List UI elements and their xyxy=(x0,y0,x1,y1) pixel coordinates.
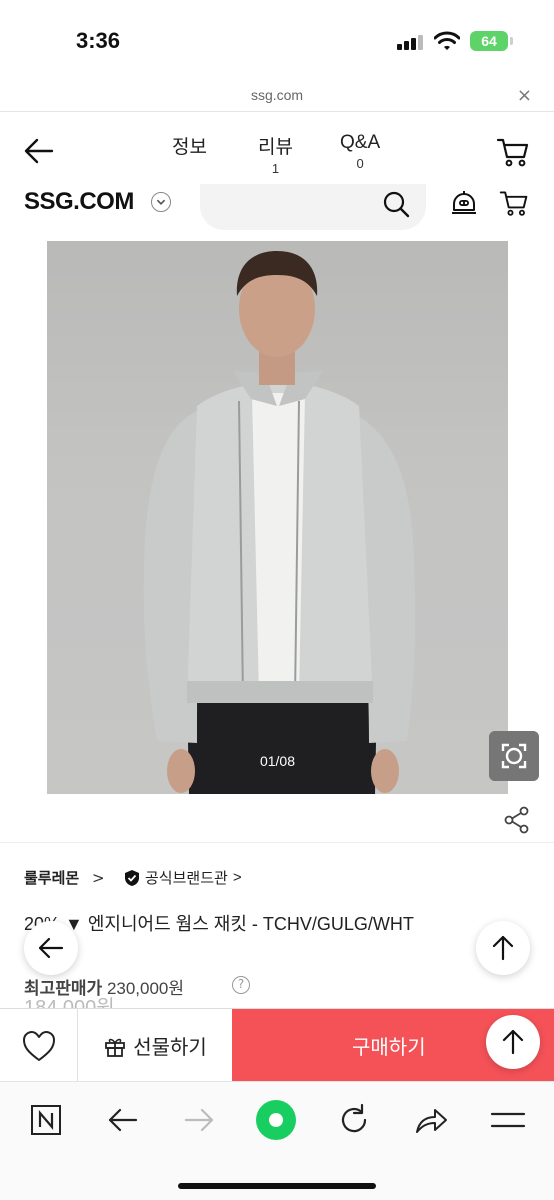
naver-green-dot-icon[interactable] xyxy=(256,1100,296,1140)
shield-check-icon xyxy=(125,869,139,886)
arrow-up-icon xyxy=(502,1029,524,1055)
tab-reviews[interactable]: 리뷰 1 xyxy=(258,132,293,176)
official-brand-link[interactable]: 공식브랜드관 > xyxy=(124,867,242,888)
search-icon[interactable] xyxy=(382,190,410,218)
max-price-value: 230,000원 xyxy=(106,979,185,998)
official-brand-label: 공식브랜드관 xyxy=(145,870,228,887)
tab-label: Q&A xyxy=(340,132,381,153)
site-header: SSG.COM xyxy=(0,184,554,236)
tab-qna[interactable]: Q&A 0 xyxy=(340,132,380,171)
cellular-signal-icon xyxy=(397,34,423,50)
menu-icon[interactable] xyxy=(488,1100,528,1140)
tab-label: 정보 xyxy=(172,137,207,158)
share-arrow-icon[interactable] xyxy=(411,1100,451,1140)
chevron-right-icon[interactable]: > xyxy=(92,869,105,887)
close-icon[interactable]: × xyxy=(517,85,532,106)
status-bar: 3:36 64 xyxy=(0,0,554,80)
home-indicator xyxy=(178,1183,376,1189)
browser-toolbar xyxy=(0,1081,554,1200)
naver-home-icon[interactable] xyxy=(27,1100,67,1140)
product-image[interactable]: 01/08 xyxy=(47,241,508,794)
product-nav-header: 정보 리뷰 1 Q&A 0 xyxy=(0,112,554,184)
back-floating-button[interactable] xyxy=(24,921,78,975)
chevron-right-icon: > xyxy=(232,869,242,886)
buy-label: 구매하기 xyxy=(352,1037,426,1059)
scroll-top-button[interactable] xyxy=(476,921,530,975)
cart-icon[interactable] xyxy=(499,188,529,218)
model-illustration xyxy=(143,251,415,794)
chevron-down-icon[interactable] xyxy=(151,192,171,212)
arrow-left-icon[interactable] xyxy=(102,1100,142,1140)
divider xyxy=(0,842,554,843)
chatbot-icon[interactable] xyxy=(450,188,478,218)
image-search-icon[interactable] xyxy=(489,731,539,781)
search-input[interactable] xyxy=(200,184,426,230)
refresh-icon[interactable] xyxy=(334,1100,374,1140)
arrow-right-icon[interactable] xyxy=(180,1100,220,1140)
gift-button[interactable]: 선물하기 xyxy=(78,1009,232,1082)
tab-count: 1 xyxy=(271,161,280,176)
ssg-logo[interactable]: SSG.COM xyxy=(24,188,134,216)
heart-icon xyxy=(23,1031,55,1061)
wishlist-button[interactable] xyxy=(0,1009,78,1082)
status-time: 3:36 xyxy=(76,28,121,53)
scroll-top-button[interactable] xyxy=(486,1015,540,1069)
tab-label: 리뷰 xyxy=(258,137,293,158)
help-icon[interactable]: ? xyxy=(232,976,250,994)
purchase-action-bar: 선물하기 구매하기 xyxy=(0,1008,554,1082)
arrow-left-icon[interactable] xyxy=(22,136,56,166)
gift-icon xyxy=(105,1038,126,1057)
brand-name[interactable]: 룰루레몬 xyxy=(24,867,79,888)
wifi-icon xyxy=(434,31,460,50)
gift-label: 선물하기 xyxy=(133,1037,207,1059)
tab-count: 0 xyxy=(356,156,364,171)
battery-indicator: 64 xyxy=(470,31,513,51)
product-title: 20% ▼ 엔지니어드 웜스 재킷 - TCHV/GULG/WHT xyxy=(24,914,414,934)
cart-icon[interactable] xyxy=(496,136,530,168)
share-icon[interactable] xyxy=(503,806,531,834)
tab-info[interactable]: 정보 xyxy=(172,132,207,159)
image-counter: 01/08 xyxy=(259,753,296,769)
arrow-left-icon xyxy=(38,937,64,959)
arrow-up-icon xyxy=(492,935,514,961)
url-bar[interactable]: ssg.com × xyxy=(0,80,554,112)
sale-price: 184,000원 xyxy=(24,997,115,1008)
url-text[interactable]: ssg.com xyxy=(0,87,554,103)
